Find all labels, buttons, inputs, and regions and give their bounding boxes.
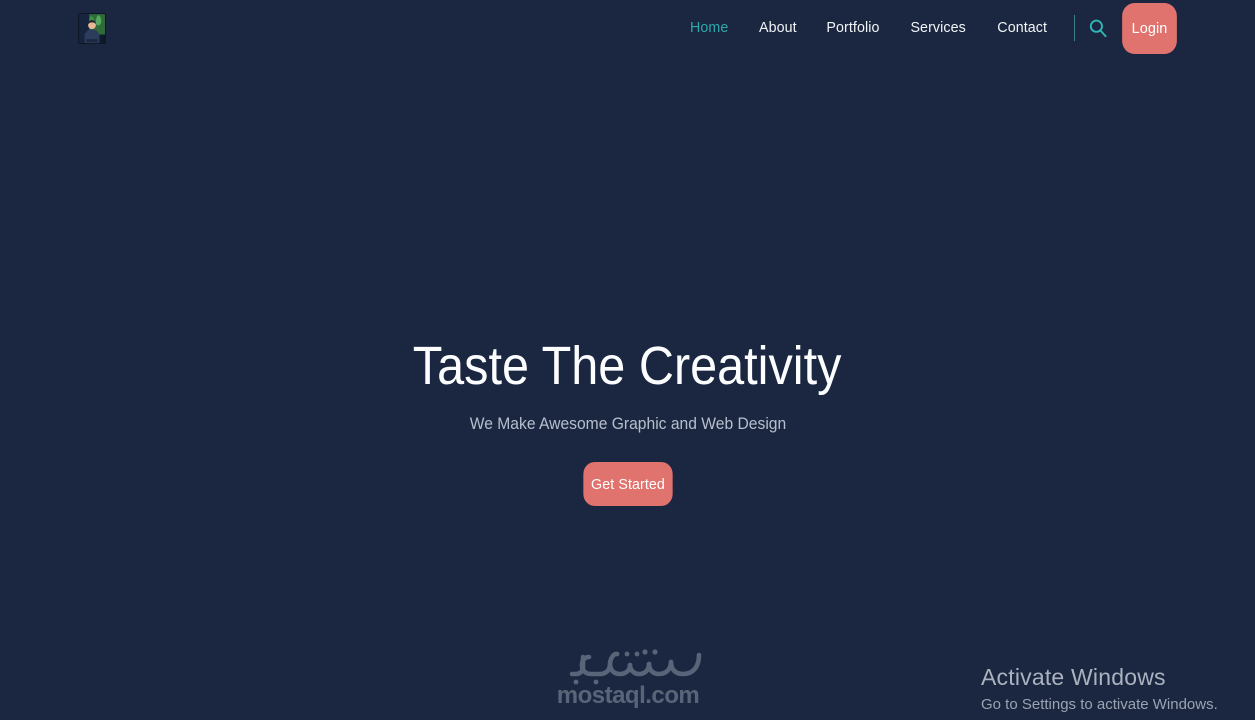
hero-title: Taste The Creativity [413,336,842,396]
nav-link-portfolio[interactable]: Portfolio [813,0,893,56]
main-navigation: Home About Portfolio Services Contact [675,0,1062,56]
nav-link-contact[interactable]: Contact [984,0,1060,56]
hero-subtitle: We Make Awesome Graphic and Web Design [469,414,786,433]
header-nav-area: Home About Portfolio Services Contact Lo… [675,0,1255,56]
site-header: Home About Portfolio Services Contact Lo… [0,0,1255,56]
nav-item-contact: Contact [982,0,1062,56]
nav-link-services[interactable]: Services [897,0,979,56]
hero-section: Taste The Creativity We Make Awesome Gra… [0,56,1255,720]
nav-link-home[interactable]: Home [677,0,742,56]
nav-item-portfolio: Portfolio [811,0,895,56]
site-logo[interactable] [78,13,106,44]
nav-item-services: Services [895,0,981,56]
login-button[interactable]: Login [1122,2,1177,54]
site-logo-image [79,14,105,43]
search-button[interactable] [1085,15,1111,41]
nav-link-about[interactable]: About [745,0,809,56]
search-icon [1089,19,1107,38]
get-started-button[interactable]: Get Started [582,462,673,506]
nav-item-home: Home [675,0,743,56]
nav-divider [1074,15,1075,41]
nav-item-about: About [744,0,812,56]
